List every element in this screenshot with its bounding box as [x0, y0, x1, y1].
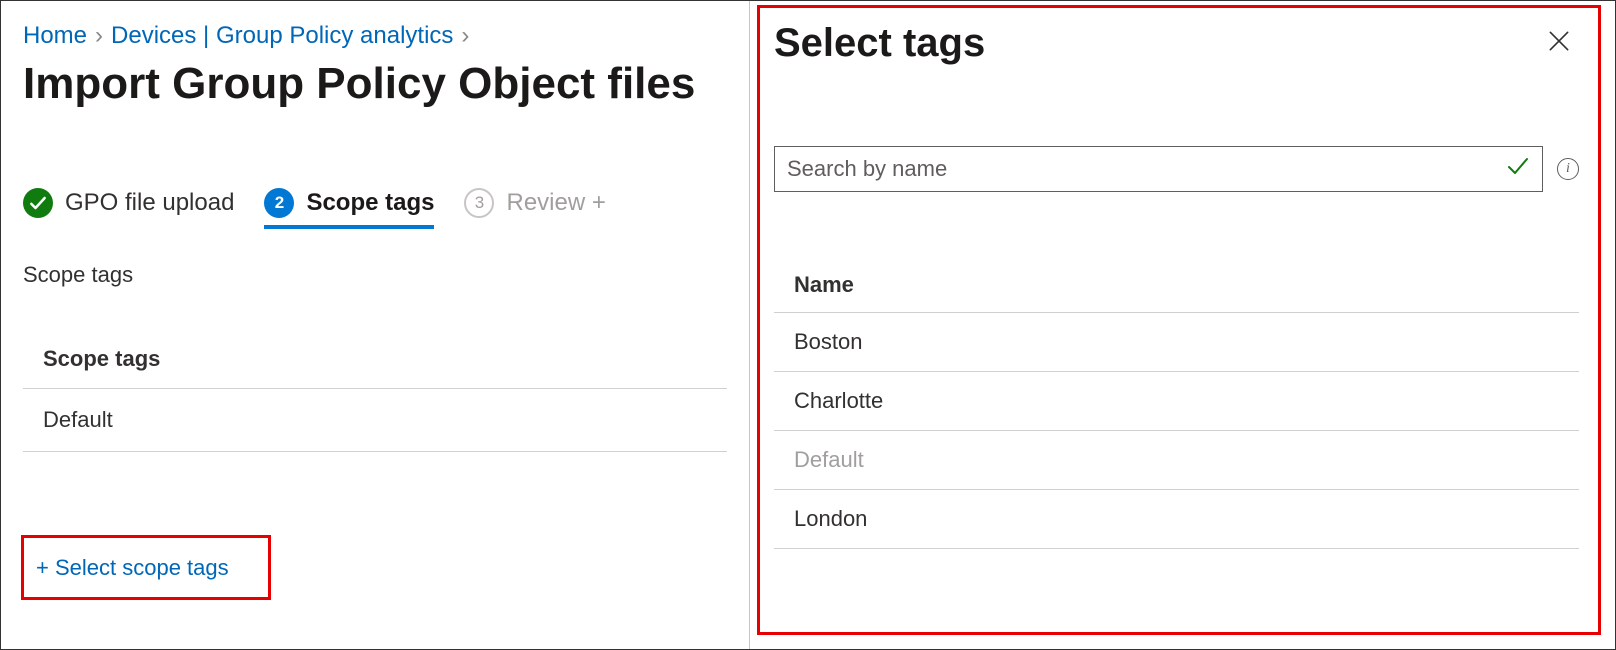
step-scope-tags[interactable]: 2 Scope tags — [264, 188, 434, 226]
scope-tags-section-label: Scope tags — [23, 262, 727, 288]
scope-tags-table-row: Default — [23, 389, 727, 452]
checkmark-icon — [23, 188, 53, 218]
breadcrumb-home[interactable]: Home — [23, 21, 87, 51]
page-title: Import Group Policy Object files — [23, 59, 727, 110]
wizard-stepper: GPO file upload 2 Scope tags 3 Review + — [23, 188, 727, 226]
scope-tags-table-header: Scope tags — [23, 346, 727, 389]
select-scope-tags-highlight: + Select scope tags — [21, 535, 271, 600]
main-pane: Home › Devices | Group Policy analytics … — [1, 1, 749, 649]
breadcrumb-devices[interactable]: Devices | Group Policy analytics — [111, 21, 453, 51]
step-label: Review + — [506, 189, 605, 217]
breadcrumb: Home › Devices | Group Policy analytics … — [23, 21, 727, 51]
step-number-icon: 3 — [464, 188, 494, 218]
select-scope-tags-link[interactable]: + Select scope tags — [36, 555, 229, 581]
step-label: GPO file upload — [65, 189, 234, 217]
step-review[interactable]: 3 Review + — [464, 188, 605, 226]
step-label: Scope tags — [306, 189, 434, 217]
flyout-highlight — [757, 5, 1601, 635]
step-number-icon: 2 — [264, 188, 294, 218]
chevron-right-icon: › — [95, 21, 103, 51]
step-gpo-file-upload[interactable]: GPO file upload — [23, 188, 234, 226]
chevron-right-icon: › — [461, 21, 469, 51]
